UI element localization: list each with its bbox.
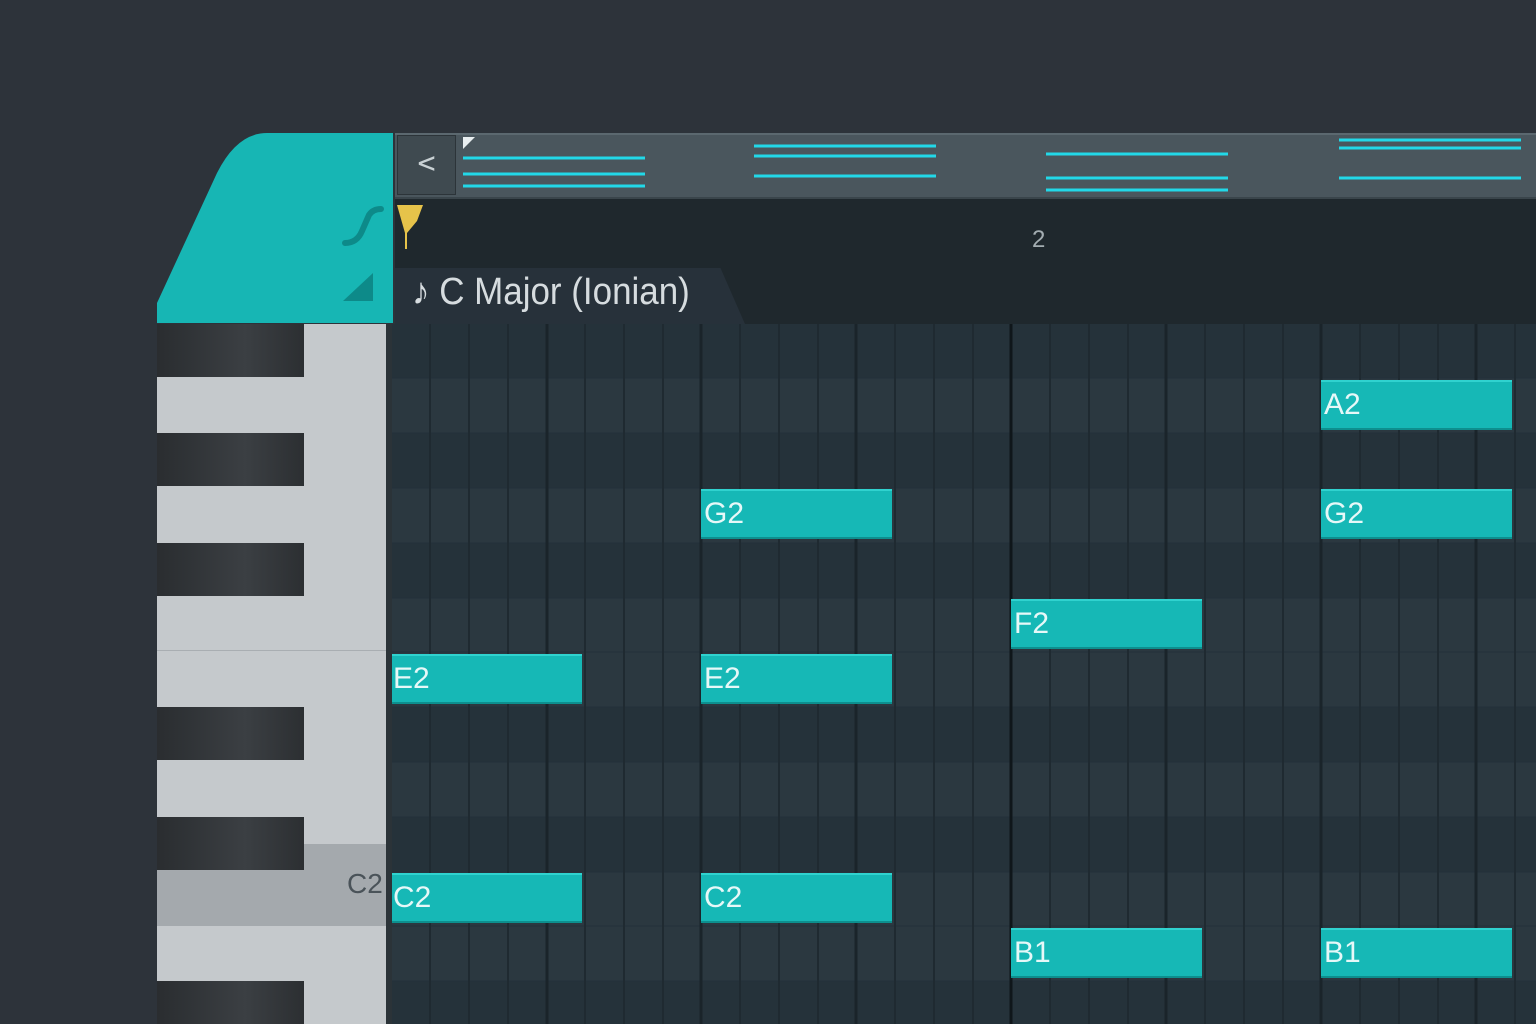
note-grid[interactable]: A2 G2 G2 F2 E2 E2 C2 C2 B1 B1 xyxy=(392,324,1536,1024)
key-divider xyxy=(157,650,387,651)
note-block[interactable]: E2 xyxy=(701,654,892,704)
piano-key-black[interactable] xyxy=(157,817,304,870)
note-block[interactable]: G2 xyxy=(701,489,892,539)
piano-roll-corner-panel xyxy=(157,133,393,323)
bar-ruler[interactable] xyxy=(395,199,1536,269)
note-block[interactable]: C2 xyxy=(392,873,582,923)
chevron-left-icon: < xyxy=(417,146,436,181)
note-block[interactable]: F2 xyxy=(1011,599,1202,649)
piano-key-black[interactable] xyxy=(157,707,304,760)
piano-key-black[interactable] xyxy=(157,981,304,1024)
note-block[interactable]: C2 xyxy=(701,873,892,923)
pattern-overview-notes xyxy=(463,137,1521,192)
note-block[interactable]: A2 xyxy=(1321,380,1512,430)
bar-number-label: 2 xyxy=(1032,226,1046,253)
piano-key-black[interactable] xyxy=(157,324,304,377)
piano-key-black[interactable] xyxy=(157,433,304,486)
note-block[interactable]: B1 xyxy=(1011,928,1202,978)
piano-key-black[interactable] xyxy=(157,543,304,596)
piano-keyboard[interactable]: C2 xyxy=(157,324,387,1024)
note-block[interactable]: B1 xyxy=(1321,928,1512,978)
note-block[interactable]: E2 xyxy=(392,654,582,704)
note-block[interactable]: G2 xyxy=(1321,489,1512,539)
piano-key-c2-label: C2 xyxy=(347,868,383,899)
scroll-left-button[interactable]: < xyxy=(397,135,456,195)
playhead-marker-icon[interactable] xyxy=(395,203,427,253)
scale-label: ♪ C Major (Ionian) xyxy=(412,271,690,313)
